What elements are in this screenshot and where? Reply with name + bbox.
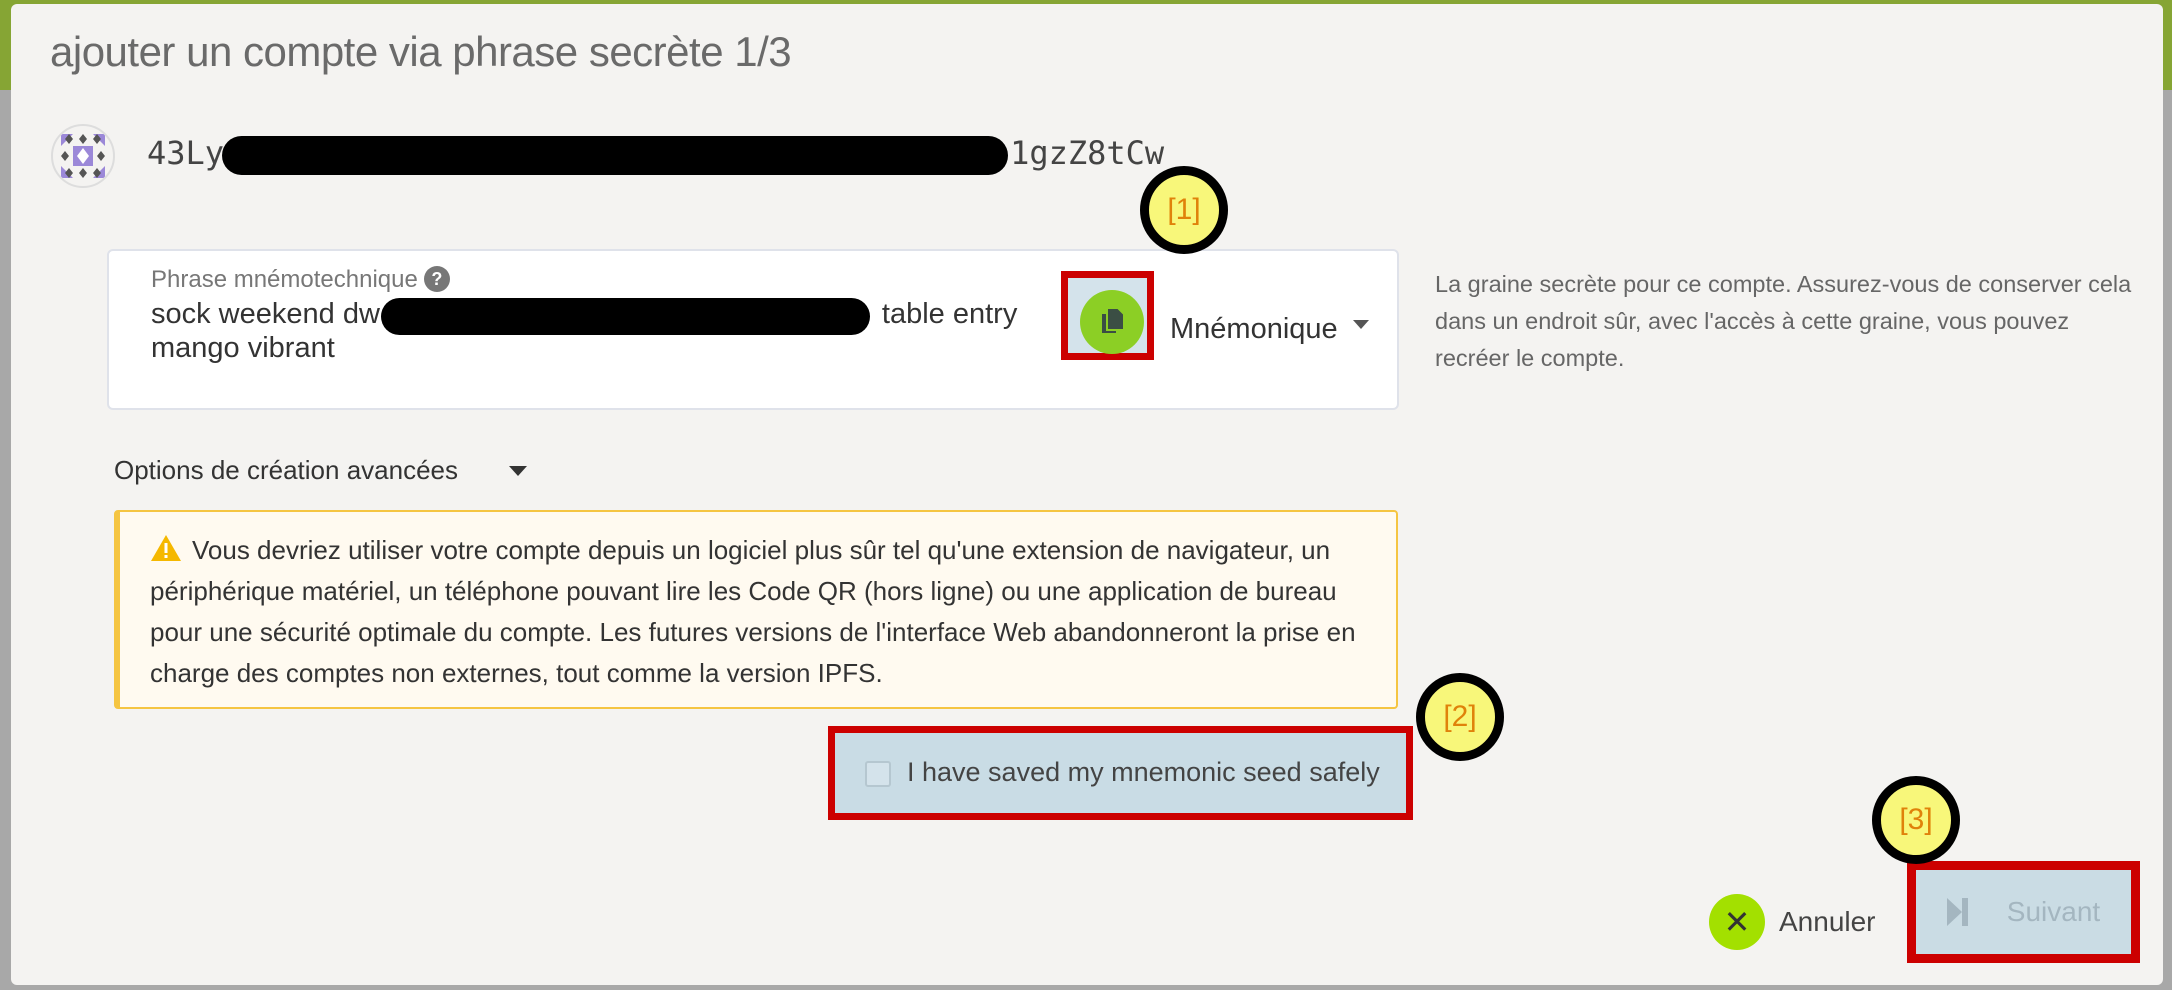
- dialog-title: ajouter un compte via phrase secrète 1/3: [50, 28, 792, 75]
- copy-icon: [1080, 290, 1144, 354]
- mnemonic-phrase-line2: mango vibrant: [151, 332, 335, 364]
- saved-seed-checkbox-row[interactable]: I have saved my mnemonic seed safely: [828, 726, 1413, 820]
- annotation-marker-3: [3]: [1872, 776, 1960, 864]
- mnemonic-help-text: La graine secrète pour ce compte. Assure…: [1435, 271, 2132, 371]
- cancel-button[interactable]: ✕ Annuler: [1709, 894, 1876, 950]
- saved-seed-checkbox[interactable]: [865, 761, 891, 787]
- close-icon: ✕: [1709, 894, 1765, 950]
- chevron-down-icon[interactable]: [1353, 320, 1369, 329]
- cancel-label: Annuler: [1779, 906, 1876, 937]
- warning-text: Vous devriez utiliser votre compte depui…: [150, 535, 1356, 688]
- seed-type-select[interactable]: Mnémonique: [1170, 313, 1338, 346]
- next-button[interactable]: Suivant: [1907, 861, 2140, 963]
- question-circle-icon[interactable]: ?: [423, 266, 450, 292]
- saved-seed-label[interactable]: I have saved my mnemonic seed safely: [907, 757, 1380, 788]
- caret-down-icon[interactable]: [509, 466, 527, 476]
- phrase-start: sock weekend dw: [151, 298, 380, 330]
- address-prefix: 43Ly: [147, 134, 225, 172]
- warning-triangle-icon: [151, 535, 181, 561]
- address-suffix: 1gzZ8tCw: [1010, 134, 1165, 172]
- phrase-end: table entry: [881, 298, 1018, 330]
- advanced-options-toggle[interactable]: Options de création avancées: [114, 455, 458, 486]
- redaction-bar: [381, 298, 870, 335]
- next-label: Suivant: [2006, 896, 2101, 927]
- account-identicon: [51, 124, 115, 188]
- mnemonic-label-text: Phrase mnémotechnique: [151, 266, 418, 293]
- annotation-marker-1: [1]: [1140, 166, 1228, 254]
- copy-mnemonic-button[interactable]: [1061, 271, 1154, 360]
- skip-next-icon: [1946, 898, 1968, 926]
- annotation-marker-2: [2]: [1416, 673, 1504, 761]
- redaction-bar: [222, 136, 1008, 175]
- warning-box: Vous devriez utiliser votre compte depui…: [114, 510, 1398, 709]
- mnemonic-label: Phrase mnémotechnique?: [151, 266, 450, 294]
